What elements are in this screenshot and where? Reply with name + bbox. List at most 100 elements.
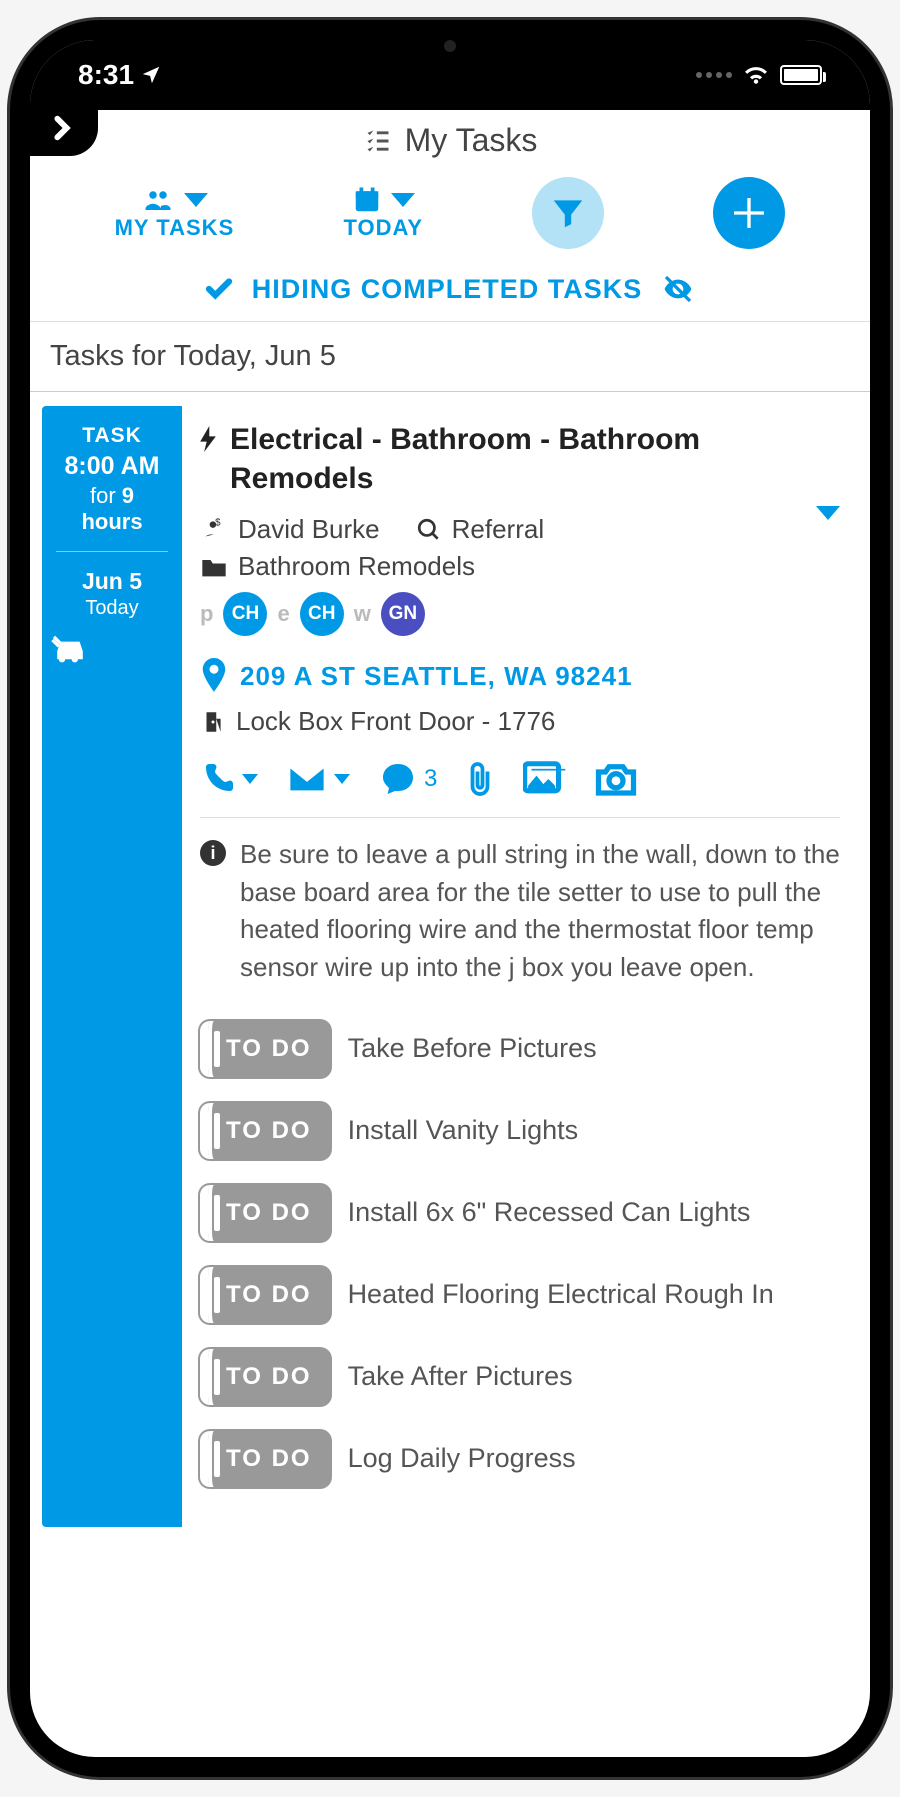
task-label: TASK [50, 424, 174, 448]
todo-item: TO DO Take After Pictures [200, 1349, 840, 1405]
task-date: Jun 5 [50, 568, 174, 595]
task-title: Electrical - Bathroom - Bathroom Remodel… [230, 420, 840, 498]
page-dots-icon [696, 72, 732, 78]
door-icon [200, 708, 226, 736]
actions-row: 3 [200, 759, 840, 818]
todo-status-button[interactable]: TO DO [200, 1185, 330, 1241]
phone-frame: 8:31 My Tasks [10, 20, 890, 1777]
paperclip-icon [465, 759, 495, 799]
page-title: My Tasks [405, 122, 538, 159]
todo-label: Take Before Pictures [348, 1033, 597, 1064]
todo-label: Install 6x 6" Recessed Can Lights [348, 1197, 751, 1228]
location-arrow-icon [140, 64, 162, 86]
gallery-button[interactable] [523, 761, 567, 797]
tasks-list-icon [363, 127, 393, 155]
badge-prefix: e [277, 601, 289, 627]
battery-icon [780, 65, 822, 85]
todo-label: Install Vanity Lights [348, 1115, 579, 1146]
source-label: Referral [452, 514, 544, 545]
chevron-down-icon [184, 193, 208, 207]
todo-item: TO DO Log Daily Progress [200, 1431, 840, 1487]
chat-icon [378, 761, 418, 797]
todo-list: TO DO Take Before Pictures TO DO Install Va… [200, 1021, 840, 1487]
check-icon [202, 274, 236, 304]
image-icon [523, 761, 567, 797]
filter-row: MY TASKS TODAY [30, 167, 870, 263]
screen: 8:31 My Tasks [30, 40, 870, 1757]
assignee-badge[interactable]: GN [381, 592, 425, 636]
camera-icon [595, 761, 637, 797]
date-filter-label: TODAY [343, 215, 423, 241]
todo-status-button[interactable]: TO DO [200, 1021, 330, 1077]
hiding-label: HIDING COMPLETED TASKS [252, 274, 643, 305]
task-duration: for 9hours [50, 483, 174, 535]
pin-icon [200, 658, 228, 694]
task-card[interactable]: TASK 8:00 AM for 9hours Jun 5 Today Elec… [42, 406, 858, 1527]
todo-item: TO DO Heated Flooring Electrical Rough In [200, 1267, 840, 1323]
bolt-icon [200, 426, 216, 452]
chat-count: 3 [424, 765, 437, 793]
eye-off-icon [658, 273, 698, 305]
todo-item: TO DO Install 6x 6" Recessed Can Lights [200, 1185, 840, 1241]
todo-label: Take After Pictures [348, 1361, 573, 1392]
date-header: Tasks for Today, Jun 5 [30, 322, 870, 392]
todo-status-button[interactable]: TO DO [200, 1431, 330, 1487]
expand-toggle[interactable] [816, 506, 840, 520]
assignee-badges: p CH e CH w GN [200, 592, 840, 636]
chevron-right-icon [48, 114, 76, 142]
svg-text:$: $ [215, 517, 221, 528]
status-right [696, 64, 822, 86]
calendar-icon [351, 185, 383, 215]
funnel-icon [549, 194, 587, 232]
date-filter-button[interactable]: TODAY [343, 185, 423, 241]
task-body: Electrical - Bathroom - Bathroom Remodel… [182, 406, 858, 1527]
customer-icon: $ [200, 517, 228, 543]
chevron-down-icon [334, 774, 350, 784]
add-task-button[interactable] [713, 177, 785, 249]
project-name: Bathroom Remodels [238, 551, 475, 582]
email-button[interactable] [286, 763, 350, 795]
plus-icon [729, 193, 769, 233]
chevron-down-icon [391, 193, 415, 207]
status-time: 8:31 [78, 59, 134, 91]
vehicle-icon [50, 632, 174, 664]
call-button[interactable] [200, 761, 258, 797]
chevron-down-icon [242, 774, 258, 784]
todo-status-button[interactable]: TO DO [200, 1103, 330, 1159]
todo-status-button[interactable]: TO DO [200, 1349, 330, 1405]
todo-label: Heated Flooring Electrical Rough In [348, 1279, 774, 1310]
task-time-sidebar: TASK 8:00 AM for 9hours Jun 5 Today [42, 406, 182, 1527]
chat-button[interactable]: 3 [378, 761, 437, 797]
source-icon [416, 517, 442, 543]
filter-button[interactable] [532, 177, 604, 249]
mail-icon [286, 763, 328, 795]
assignee-badge[interactable]: CH [300, 592, 344, 636]
status-time-wrap: 8:31 [78, 59, 162, 91]
wifi-icon [742, 64, 770, 86]
note-text: Be sure to leave a pull string in the wa… [240, 836, 840, 987]
customer-name: David Burke [238, 514, 380, 545]
badge-prefix: w [354, 601, 371, 627]
task-date-sub: Today [50, 597, 174, 620]
task-time: 8:00 AM [50, 452, 174, 481]
note-block: i Be sure to leave a pull string in the … [200, 836, 840, 987]
assignee-badge[interactable]: CH [223, 592, 267, 636]
todo-item: TO DO Install Vanity Lights [200, 1103, 840, 1159]
expand-menu-button[interactable] [30, 100, 98, 156]
camera-button[interactable] [595, 761, 637, 797]
phone-icon [200, 761, 236, 797]
todo-item: TO DO Take Before Pictures [200, 1021, 840, 1077]
address-link[interactable]: 209 A ST SEATTLE, WA 98241 [200, 658, 840, 694]
folder-icon [200, 555, 228, 579]
todo-status-button[interactable]: TO DO [200, 1267, 330, 1323]
group-filter-button[interactable]: MY TASKS [115, 185, 235, 241]
lockbox-text: Lock Box Front Door - 1776 [236, 706, 555, 737]
badge-prefix: p [200, 601, 213, 627]
app-header: My Tasks [30, 110, 870, 167]
address-text: 209 A ST SEATTLE, WA 98241 [240, 661, 633, 692]
hiding-toggle[interactable]: HIDING COMPLETED TASKS [30, 263, 870, 322]
todo-label: Log Daily Progress [348, 1443, 576, 1474]
attach-button[interactable] [465, 759, 495, 799]
info-icon: i [200, 840, 226, 866]
notch [310, 20, 590, 64]
